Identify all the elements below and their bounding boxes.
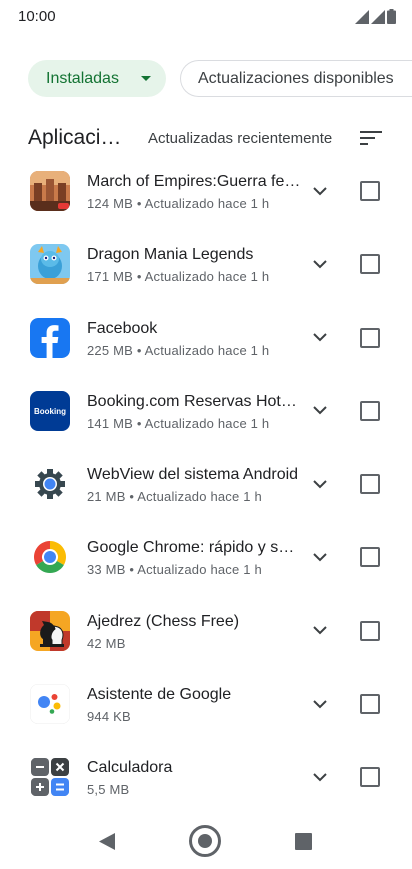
chess-icon [30, 610, 70, 651]
home-icon[interactable] [189, 825, 221, 857]
dragon-mania-icon [30, 244, 70, 285]
expand-chevron-icon[interactable] [308, 619, 332, 643]
webview-gear-icon [30, 464, 70, 505]
expand-chevron-icon[interactable] [308, 252, 332, 276]
select-checkbox[interactable] [360, 254, 380, 275]
installed-filter-label: Instaladas [46, 69, 119, 87]
app-meta: 124 MB • Actualizado hace 1 h [87, 196, 270, 211]
google-assistant-icon [30, 684, 70, 725]
app-row[interactable]: Asistente de Google 944 KB [0, 678, 412, 751]
system-nav-bar [0, 812, 412, 869]
app-name: Ajedrez (Chess Free) [87, 612, 240, 630]
app-meta: 225 MB • Actualizado hace 1 h [87, 342, 270, 358]
app-row[interactable]: Booking Booking.com Reservas Hoteles 141… [0, 385, 412, 458]
app-name: Dragon Mania Legends [87, 246, 254, 264]
section-title: Aplicaci… [28, 126, 122, 149]
expand-chevron-icon[interactable] [308, 179, 332, 203]
app-meta: 42 MB [87, 635, 126, 651]
expand-chevron-icon[interactable] [308, 692, 332, 716]
app-name: Facebook [87, 319, 158, 337]
expand-chevron-icon[interactable] [308, 326, 332, 350]
app-name: Booking.com Reservas Hoteles [87, 392, 303, 410]
booking-icon: Booking [30, 390, 70, 431]
app-meta: 5,5 MB [87, 782, 130, 798]
app-meta: 171 MB • Actualizado hace 1 h [87, 269, 270, 285]
app-name: Calculadora [87, 759, 173, 777]
cell-signal-icon [371, 10, 385, 24]
installed-filter-chip[interactable]: Instaladas [28, 60, 166, 97]
app-list: March of Empires:Guerra feudal 124 MB • … [0, 165, 412, 825]
filter-chips: Instaladas Actualizaciones disponibles [28, 60, 412, 97]
app-meta: 141 MB • Actualizado hace 1 h [87, 415, 270, 431]
recents-icon[interactable] [295, 833, 312, 850]
facebook-icon [30, 317, 70, 358]
app-name: Asistente de Google [87, 686, 232, 704]
app-row[interactable]: March of Empires:Guerra feudal 124 MB • … [0, 165, 412, 238]
section-header: Aplicaci… Actualizadas recientemente [0, 124, 412, 154]
updates-filter-label: Actualizaciones disponibles [198, 69, 394, 87]
app-row[interactable]: WebView del sistema Android 21 MB • Actu… [0, 458, 412, 531]
updates-filter-chip[interactable]: Actualizaciones disponibles [180, 60, 412, 97]
select-checkbox[interactable] [360, 181, 380, 201]
app-meta: 33 MB • Actualizado hace 1 h [87, 562, 262, 578]
dropdown-caret-icon [141, 76, 151, 81]
expand-chevron-icon[interactable] [308, 472, 332, 496]
booking-icon-text: Booking [34, 407, 66, 416]
expand-chevron-icon[interactable] [308, 765, 332, 789]
expand-chevron-icon[interactable] [308, 545, 332, 569]
app-row[interactable]: Google Chrome: rápido y seguro 33 MB • A… [0, 531, 412, 604]
app-name: March of Empires:Guerra feudal [87, 173, 303, 190]
status-icons [355, 9, 396, 24]
back-icon[interactable] [98, 832, 116, 851]
status-bar: 10:00 [0, 0, 412, 36]
app-name: WebView del sistema Android [87, 466, 299, 484]
select-checkbox[interactable] [360, 694, 380, 715]
sort-icon[interactable] [360, 130, 382, 146]
app-row[interactable]: Facebook 225 MB • Actualizado hace 1 h [0, 312, 412, 385]
status-time: 10:00 [18, 8, 56, 25]
select-checkbox[interactable] [360, 474, 380, 495]
app-row[interactable]: Dragon Mania Legends 171 MB • Actualizad… [0, 238, 412, 311]
sort-button[interactable]: Actualizadas recientemente [148, 130, 332, 147]
app-name: Google Chrome: rápido y seguro [87, 539, 303, 557]
app-row[interactable]: Ajedrez (Chess Free) 42 MB [0, 605, 412, 678]
calculator-icon [30, 757, 70, 798]
app-meta: 944 KB [87, 709, 131, 725]
battery-icon [387, 9, 396, 24]
wifi-signal-icon [355, 10, 369, 24]
select-checkbox[interactable] [360, 400, 380, 421]
chrome-icon [30, 537, 70, 578]
expand-chevron-icon[interactable] [308, 399, 332, 423]
select-checkbox[interactable] [360, 620, 380, 641]
app-meta: 21 MB • Actualizado hace 1 h [87, 489, 262, 505]
select-checkbox[interactable] [360, 327, 380, 348]
march-of-empires-icon [30, 171, 70, 211]
select-checkbox[interactable] [360, 767, 380, 788]
select-checkbox[interactable] [360, 547, 380, 568]
